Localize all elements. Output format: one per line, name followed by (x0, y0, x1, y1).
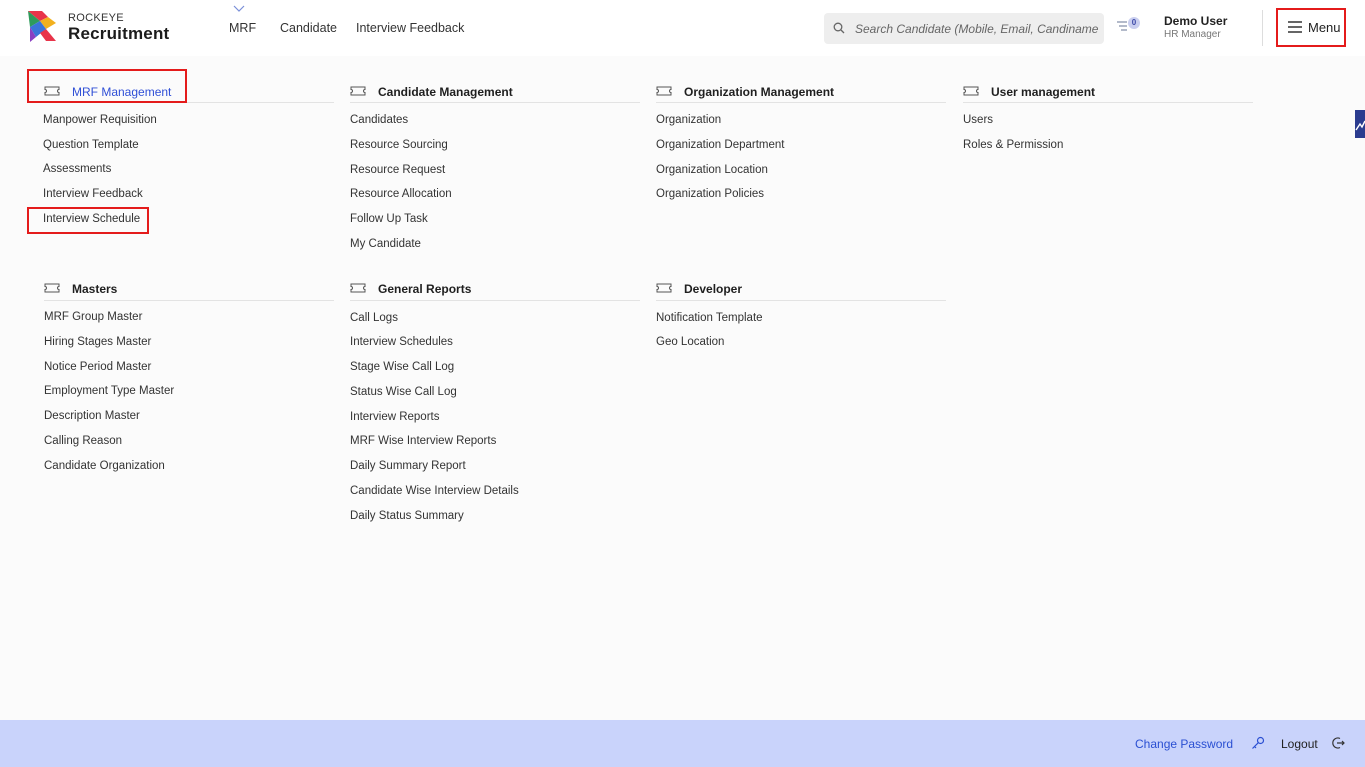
section-divider (656, 102, 946, 103)
menu-item-manpower-requisition[interactable]: Manpower Requisition (43, 114, 157, 126)
menu-item-employment-type-master[interactable]: Employment Type Master (44, 385, 174, 397)
header-divider (1262, 10, 1263, 46)
rockeye-logo-icon (28, 11, 56, 42)
menu-button[interactable]: Menu (1276, 8, 1346, 47)
menu-item-assessments[interactable]: Assessments (43, 163, 111, 175)
section-divider (963, 102, 1253, 103)
nav-interview-feedback[interactable]: Interview Feedback (356, 21, 464, 35)
menu-item-notice-period-master[interactable]: Notice Period Master (44, 361, 151, 373)
menu-label: Menu (1308, 20, 1341, 35)
user-name[interactable]: Demo User (1164, 14, 1227, 28)
section-divider (44, 300, 334, 301)
ticket-icon (656, 86, 672, 96)
key-icon[interactable] (1251, 736, 1265, 750)
notification-badge: 0 (1128, 17, 1140, 29)
ticket-icon (350, 86, 366, 96)
chevron-down-icon (233, 5, 245, 12)
logout-link[interactable]: Logout (1281, 737, 1318, 751)
menu-item-daily-status-summary[interactable]: Daily Status Summary (350, 510, 464, 522)
change-password-link[interactable]: Change Password (1135, 737, 1233, 751)
menu-item-users[interactable]: Users (963, 114, 993, 126)
menu-item-mrf-wise-interview-reports[interactable]: MRF Wise Interview Reports (350, 435, 496, 447)
highlight-box (27, 69, 187, 103)
logout-icon[interactable] (1331, 736, 1345, 750)
side-chart-tab[interactable] (1355, 110, 1365, 138)
brand-subtitle: ROCKEYE (68, 12, 124, 24)
section-user-management[interactable]: User management (963, 78, 1253, 108)
menu-item-resource-allocation[interactable]: Resource Allocation (350, 188, 452, 200)
menu-item-my-candidate[interactable]: My Candidate (350, 238, 421, 250)
section-title: General Reports (378, 282, 472, 296)
menu-item-call-logs[interactable]: Call Logs (350, 312, 398, 324)
menu-item-resource-request[interactable]: Resource Request (350, 164, 445, 176)
menu-item-calling-reason[interactable]: Calling Reason (44, 435, 122, 447)
menu-item-interview-feedback[interactable]: Interview Feedback (43, 188, 143, 200)
section-title: Developer (684, 282, 743, 296)
menu-item-organization-department[interactable]: Organization Department (656, 139, 784, 151)
section-title: Masters (72, 282, 118, 296)
candidate-search[interactable] (824, 13, 1104, 44)
menu-item-hiring-stages-master[interactable]: Hiring Stages Master (44, 336, 151, 348)
section-divider (350, 102, 640, 103)
search-input[interactable] (855, 13, 1099, 44)
section-organization-management[interactable]: Organization Management (656, 78, 946, 108)
menu-item-interview-schedules[interactable]: Interview Schedules (350, 336, 453, 348)
menu-item-candidates[interactable]: Candidates (350, 114, 408, 126)
menu-item-follow-up-task[interactable]: Follow Up Task (350, 213, 428, 225)
ticket-icon (44, 283, 60, 293)
ticket-icon (963, 86, 979, 96)
section-title: Candidate Management (378, 85, 513, 99)
brand-title[interactable]: Recruitment (68, 24, 169, 44)
trend-icon (1355, 120, 1365, 131)
menu-item-organization[interactable]: Organization (656, 114, 721, 126)
highlight-box (27, 207, 149, 234)
menu-item-description-master[interactable]: Description Master (44, 410, 140, 422)
menu-item-mrf-group-master[interactable]: MRF Group Master (44, 311, 142, 323)
section-divider (656, 300, 946, 301)
top-bar: ROCKEYE Recruitment MRF Candidate Interv… (0, 0, 1365, 56)
menu-item-candidate-wise-interview-details[interactable]: Candidate Wise Interview Details (350, 485, 519, 497)
search-icon (833, 22, 845, 34)
menu-item-notification-template[interactable]: Notification Template (656, 312, 763, 324)
hamburger-icon (1288, 21, 1302, 33)
ticket-icon (656, 283, 672, 293)
section-title: Organization Management (684, 85, 835, 99)
menu-item-roles-permission[interactable]: Roles & Permission (963, 139, 1063, 151)
menu-item-question-template[interactable]: Question Template (43, 139, 139, 151)
section-candidate-management[interactable]: Candidate Management (350, 78, 640, 108)
menu-item-geo-location[interactable]: Geo Location (656, 336, 724, 348)
menu-item-organization-location[interactable]: Organization Location (656, 164, 768, 176)
menu-item-status-wise-call-log[interactable]: Status Wise Call Log (350, 386, 457, 398)
section-title: User management (991, 85, 1096, 99)
menu-item-candidate-organization[interactable]: Candidate Organization (44, 460, 165, 472)
menu-item-stage-wise-call-log[interactable]: Stage Wise Call Log (350, 361, 454, 373)
footer-bar: Change Password Logout (0, 720, 1365, 767)
user-role: HR Manager (1164, 29, 1221, 40)
menu-item-organization-policies[interactable]: Organization Policies (656, 188, 764, 200)
nav-candidate[interactable]: Candidate (280, 21, 337, 35)
nav-mrf[interactable]: MRF (229, 21, 256, 35)
section-divider (350, 300, 640, 301)
menu-item-daily-summary-report[interactable]: Daily Summary Report (350, 460, 466, 472)
menu-item-resource-sourcing[interactable]: Resource Sourcing (350, 139, 448, 151)
menu-item-interview-reports[interactable]: Interview Reports (350, 411, 439, 423)
ticket-icon (350, 283, 366, 293)
